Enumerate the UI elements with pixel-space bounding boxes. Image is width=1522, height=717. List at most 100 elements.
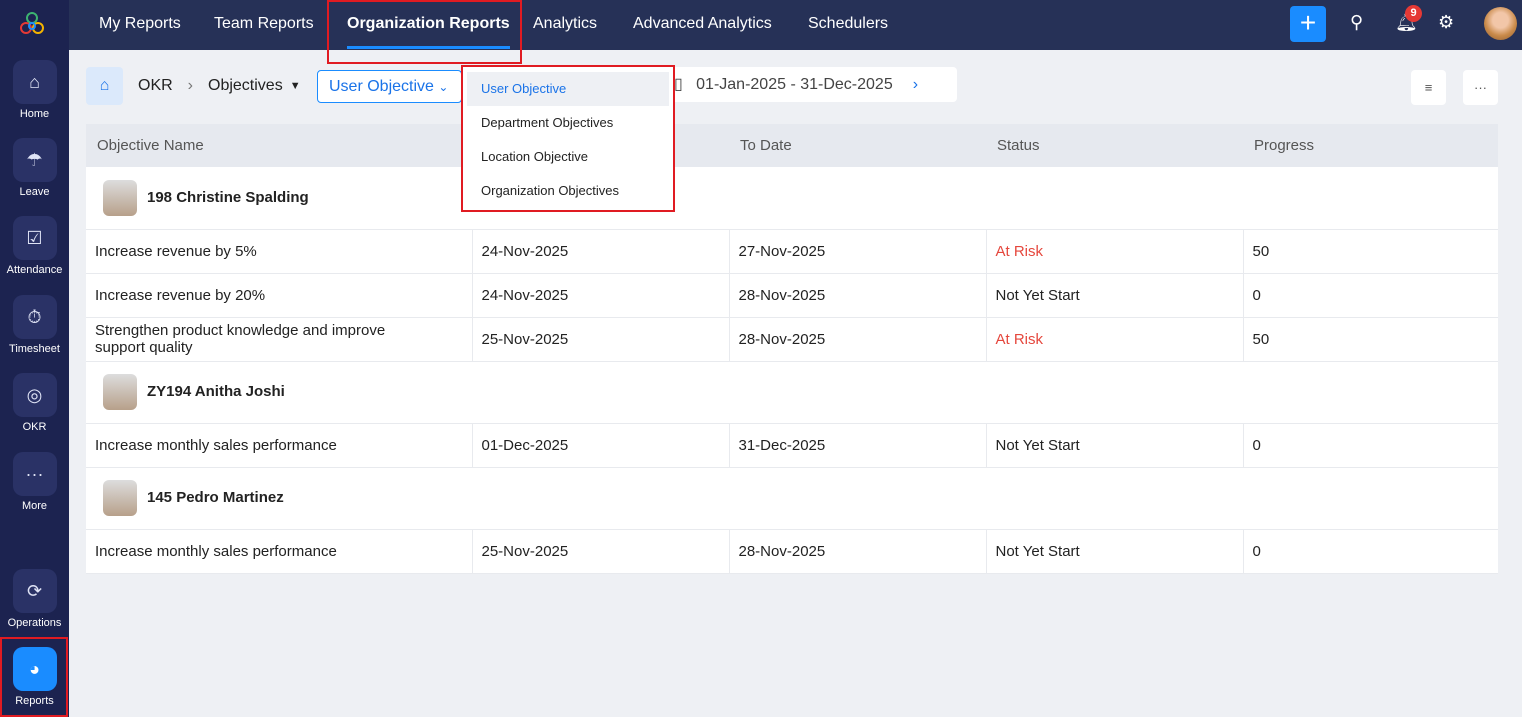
employee-group-row: 198 Christine Spalding xyxy=(86,167,1498,230)
table-row[interactable]: Increase revenue by 20% 24-Nov-2025 28-Nov… xyxy=(86,273,1498,318)
tab-team-reports[interactable]: Team Reports xyxy=(214,0,314,48)
sidebar: ⌂ Home ☂ Leave ☑ Attendance ⏱ Timesheet ◎ OKR… xyxy=(0,0,69,717)
from-date-cell: 24-Nov-2025 xyxy=(472,273,730,318)
sidebar-item-okr[interactable]: ◎ OKR xyxy=(0,373,69,433)
sidebar-item-home[interactable]: ⌂ Home xyxy=(0,60,69,120)
target-icon: ◎ xyxy=(12,373,57,417)
selected-value: User Objective xyxy=(329,78,434,95)
col-progress[interactable]: Progress xyxy=(1243,124,1498,167)
employee-cell: 145 Pedro Martinez xyxy=(86,467,1498,530)
objective-name-cell: Increase revenue by 5% xyxy=(86,229,473,274)
status-cell: At Risk xyxy=(986,317,1244,362)
label: Attendance xyxy=(6,264,63,276)
status-cell: Not Yet Start xyxy=(986,423,1244,468)
notification-badge: 9 xyxy=(1405,5,1422,22)
progress-cell: 0 xyxy=(1243,423,1498,468)
table-row[interactable]: Strengthen product knowledge and improve… xyxy=(86,317,1498,362)
to-date-cell: 27-Nov-2025 xyxy=(729,229,987,274)
home-icon: ⌂ xyxy=(12,60,57,104)
table-row[interactable]: Increase revenue by 5% 24-Nov-2025 27-Nov-… xyxy=(86,229,1498,274)
table-row[interactable]: Increase monthly sales performance 01-Dec… xyxy=(86,423,1498,468)
objective-name-cell: Strengthen product knowledge and improve… xyxy=(86,317,473,362)
employee-group-row: 145 Pedro Martinez xyxy=(86,467,1498,530)
table-header: Objective Name From Date To Date Status … xyxy=(86,124,1498,167)
objective-name-cell: Increase revenue by 20% xyxy=(86,273,473,318)
calendar-check-icon: ☑ xyxy=(12,216,57,260)
from-date-cell: 01-Dec-2025 xyxy=(472,423,730,468)
objective-name-cell: Increase monthly sales performance xyxy=(86,423,473,468)
sidebar-item-operations[interactable]: ⟳ Operations xyxy=(0,569,69,629)
progress-cell: 50 xyxy=(1243,317,1498,362)
highlight-box xyxy=(0,637,68,717)
chevron-right-icon[interactable]: › xyxy=(913,76,918,93)
objective-type-select[interactable]: User Objective ⌄ xyxy=(317,70,462,103)
label: Operations xyxy=(7,617,62,629)
label: Home xyxy=(19,108,50,120)
to-date-cell: 28-Nov-2025 xyxy=(729,317,987,362)
status-cell: Not Yet Start xyxy=(986,529,1244,574)
option-department-objectives[interactable]: Department Objectives xyxy=(467,106,669,140)
chevron-right-icon: › xyxy=(187,77,193,94)
employee-name[interactable]: 198 Christine Spalding xyxy=(147,189,309,206)
objective-type-dropdown: User Objective Department Objectives Loc… xyxy=(461,65,675,212)
status-cell: At Risk xyxy=(986,229,1244,274)
label: Timesheet xyxy=(9,343,60,355)
user-avatar[interactable] xyxy=(1484,7,1517,40)
gear-icon[interactable]: ⚙ xyxy=(1438,12,1454,33)
tab-schedulers[interactable]: Schedulers xyxy=(808,0,888,48)
progress-cell: 0 xyxy=(1243,273,1498,318)
option-user-objective[interactable]: User Objective xyxy=(467,72,669,106)
option-organization-objectives[interactable]: Organization Objectives xyxy=(467,174,669,208)
label: Leave xyxy=(19,186,50,198)
filter-button[interactable]: ≡ xyxy=(1411,70,1446,105)
breadcrumb-okr[interactable]: OKR xyxy=(138,77,173,95)
add-button[interactable]: + xyxy=(1290,6,1326,42)
sidebar-item-leave[interactable]: ☂ Leave xyxy=(0,138,69,198)
option-location-objective[interactable]: Location Objective xyxy=(467,140,669,174)
breadcrumb-objectives[interactable]: Objectives xyxy=(208,77,283,95)
employee-photo xyxy=(103,374,137,410)
employee-cell: ZY194 Anitha Joshi xyxy=(86,361,1498,424)
col-status[interactable]: Status xyxy=(986,124,1243,167)
employee-cell: 198 Christine Spalding xyxy=(86,167,1498,230)
home-button[interactable]: ⌂ xyxy=(86,67,123,105)
app-logo-icon xyxy=(20,12,44,34)
operations-icon: ⟳ xyxy=(12,569,57,613)
from-date-cell: 25-Nov-2025 xyxy=(472,317,730,362)
to-date-cell: 31-Dec-2025 xyxy=(729,423,987,468)
label: OKR xyxy=(22,421,47,433)
employee-name[interactable]: 145 Pedro Martinez xyxy=(147,489,284,506)
tab-advanced-analytics[interactable]: Advanced Analytics xyxy=(633,0,772,48)
col-to-date[interactable]: To Date xyxy=(729,124,986,167)
more-options-button[interactable]: ··· xyxy=(1463,70,1498,105)
more-icon: ··· xyxy=(12,452,57,496)
date-range-text: 01-Jan-2025 - 31-Dec-2025 xyxy=(696,76,893,93)
tab-my-reports[interactable]: My Reports xyxy=(99,0,181,48)
sidebar-item-more[interactable]: ··· More xyxy=(0,452,69,512)
employee-photo xyxy=(103,480,137,516)
sidebar-item-timesheet[interactable]: ⏱ Timesheet xyxy=(0,295,69,355)
stopwatch-icon: ⏱ xyxy=(12,295,57,339)
progress-cell: 0 xyxy=(1243,529,1498,574)
to-date-cell: 28-Nov-2025 xyxy=(729,529,987,574)
status-cell: Not Yet Start xyxy=(986,273,1244,318)
umbrella-icon: ☂ xyxy=(12,138,57,182)
caret-down-icon[interactable]: ▼ xyxy=(290,80,301,92)
breadcrumb: ⌂ OKR › Objectives ▼ xyxy=(86,67,301,105)
employee-group-row: ZY194 Anitha Joshi xyxy=(86,361,1498,424)
progress-cell: 50 xyxy=(1243,229,1498,274)
objectives-table: Objective Name From Date To Date Status … xyxy=(86,124,1498,574)
search-icon[interactable]: ⚲ xyxy=(1350,12,1363,33)
tab-analytics[interactable]: Analytics xyxy=(533,0,597,48)
col-objective-name[interactable]: Objective Name xyxy=(86,124,472,167)
from-date-cell: 24-Nov-2025 xyxy=(472,229,730,274)
date-range-picker[interactable]: ▯ 01-Jan-2025 - 31-Dec-2025 › xyxy=(662,67,957,102)
employee-photo xyxy=(103,179,137,216)
employee-name[interactable]: ZY194 Anitha Joshi xyxy=(147,383,285,400)
chevron-down-icon: ⌄ xyxy=(438,80,449,94)
from-date-cell: 25-Nov-2025 xyxy=(472,529,730,574)
calendar-icon: ▯ xyxy=(674,76,683,93)
table-row[interactable]: Increase monthly sales performance 25-Nov… xyxy=(86,529,1498,574)
sidebar-item-attendance[interactable]: ☑ Attendance xyxy=(0,216,69,276)
to-date-cell: 28-Nov-2025 xyxy=(729,273,987,318)
